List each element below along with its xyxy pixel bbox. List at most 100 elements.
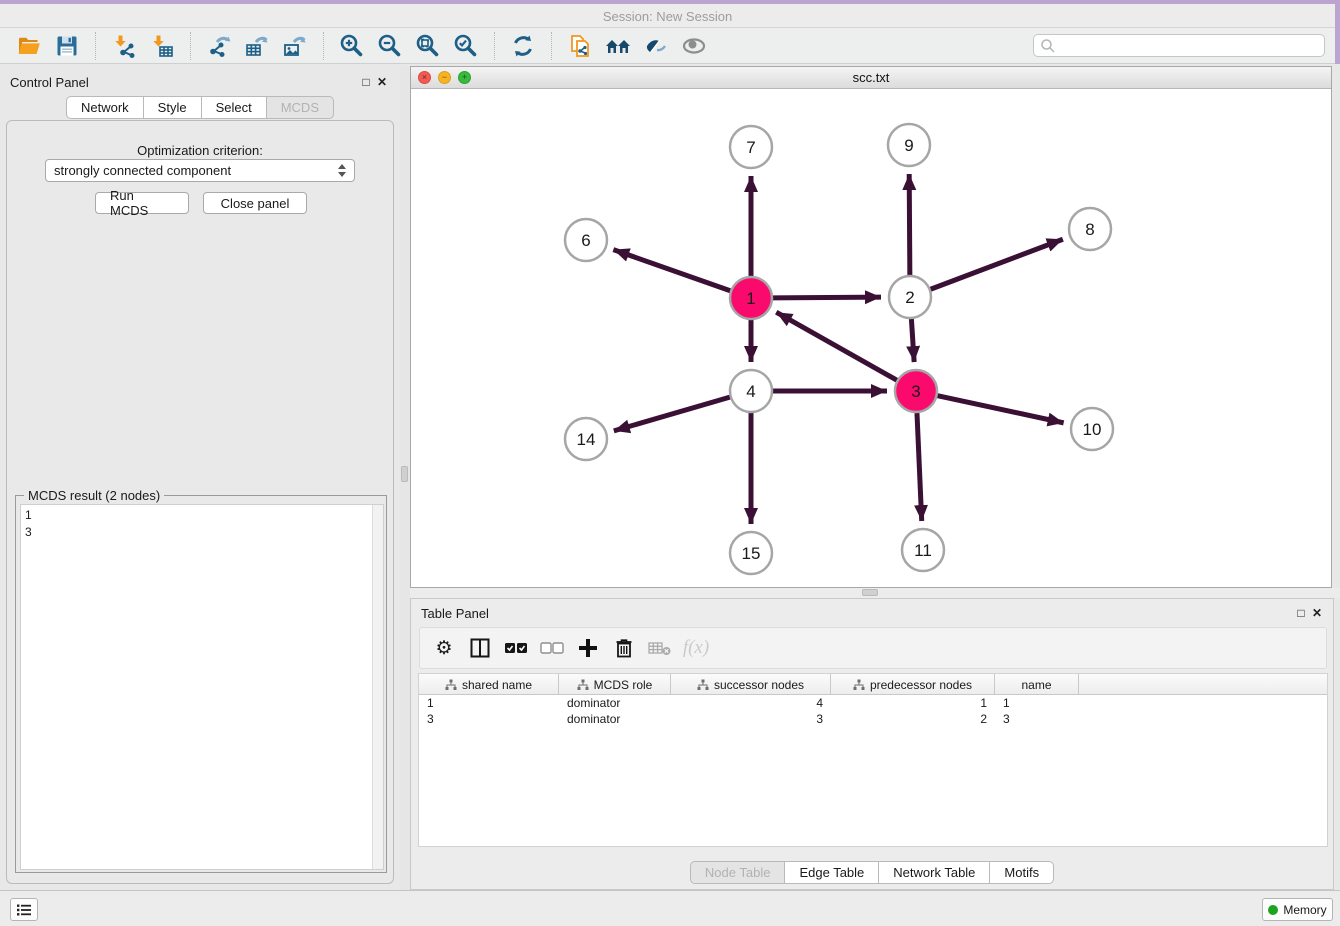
cell-predecessor-nodes[interactable]: 1: [831, 696, 995, 710]
mcds-result-title: MCDS result (2 nodes): [24, 488, 164, 503]
toolbar-separator: [494, 32, 495, 60]
tab-network[interactable]: Network: [66, 96, 144, 119]
cell-MCDS-role[interactable]: dominator: [559, 696, 671, 710]
graph-edge-3-11[interactable]: [917, 413, 922, 521]
node-table: shared nameMCDS rolesuccessor nodesprede…: [418, 673, 1328, 847]
cell-MCDS-role[interactable]: dominator: [559, 712, 671, 726]
import-network-icon[interactable]: [109, 32, 139, 60]
graph-node-label: 8: [1085, 220, 1094, 239]
memory-label: Memory: [1283, 903, 1326, 917]
cell-shared-name[interactable]: 1: [419, 696, 559, 710]
column-header-MCDS-role[interactable]: MCDS role: [559, 674, 671, 695]
task-history-button[interactable]: [10, 898, 38, 921]
graph-node-label: 15: [742, 544, 761, 563]
close-panel-icon[interactable]: ✕: [1309, 606, 1325, 620]
tab-network-table[interactable]: Network Table: [878, 861, 990, 884]
search-field[interactable]: [1033, 34, 1325, 57]
export-network-icon[interactable]: [204, 32, 234, 60]
control-panel: Control Panel □ ✕ NetworkStyleSelectMCDS…: [0, 66, 400, 890]
column-header-successor-nodes[interactable]: successor nodes: [671, 674, 831, 695]
graph-edge-3-10[interactable]: [938, 396, 1064, 423]
horizontal-splitter[interactable]: [410, 588, 1340, 598]
status-bar: Memory: [0, 890, 1340, 926]
graph-node-label: 10: [1083, 420, 1102, 439]
cell-successor-nodes[interactable]: 4: [671, 696, 831, 710]
memory-button[interactable]: Memory: [1262, 898, 1333, 921]
column-visibility-icon[interactable]: [464, 633, 496, 663]
table-toolbar: ⚙ f(x): [419, 627, 1327, 669]
first-neighbors-icon[interactable]: [603, 32, 633, 60]
table-body: 1dominator4113dominator323: [419, 695, 1327, 727]
zoom-selected-icon[interactable]: [451, 32, 481, 60]
tab-node-table[interactable]: Node Table: [690, 861, 786, 884]
graph-node-label: 1: [746, 289, 755, 308]
cell-predecessor-nodes[interactable]: 2: [831, 712, 995, 726]
eye-icon[interactable]: [679, 32, 709, 60]
cell-name[interactable]: 3: [995, 712, 1079, 726]
graph-node-label: 4: [746, 382, 755, 401]
float-panel-icon[interactable]: □: [358, 75, 374, 89]
zoom-in-icon[interactable]: [337, 32, 367, 60]
open-session-icon[interactable]: [14, 32, 44, 60]
graph-edge-2-8[interactable]: [931, 239, 1063, 289]
splitter-grip[interactable]: [862, 589, 878, 596]
graph-node-label: 14: [577, 430, 596, 449]
add-column-icon[interactable]: [572, 633, 604, 663]
criterion-select[interactable]: strongly connected component: [45, 159, 355, 182]
memory-status-icon: [1268, 905, 1278, 915]
delete-column-icon[interactable]: [608, 633, 640, 663]
table-row[interactable]: 1dominator411: [419, 695, 1327, 711]
float-panel-icon[interactable]: □: [1293, 606, 1309, 620]
close-panel-button[interactable]: Close panel: [203, 192, 307, 214]
toolbar-separator: [190, 32, 191, 60]
column-header-name[interactable]: name: [995, 674, 1079, 695]
graph-edge-1-6[interactable]: [613, 250, 730, 291]
network-graph-canvas[interactable]: 1234678910111415: [411, 89, 1331, 587]
tab-mcds[interactable]: MCDS: [266, 96, 334, 119]
splitter-grip[interactable]: [401, 466, 408, 482]
export-image-icon[interactable]: [280, 32, 310, 60]
tab-select[interactable]: Select: [201, 96, 267, 119]
graphics-details-icon[interactable]: [641, 32, 671, 60]
result-scrollbar[interactable]: [372, 505, 383, 869]
unselect-all-icon[interactable]: [536, 633, 568, 663]
cell-shared-name[interactable]: 3: [419, 712, 559, 726]
toolbar-separator: [323, 32, 324, 60]
graph-edge-2-3[interactable]: [911, 319, 914, 362]
tab-style[interactable]: Style: [143, 96, 202, 119]
graph-node-label: 7: [746, 138, 755, 157]
tab-motifs[interactable]: Motifs: [989, 861, 1054, 884]
control-panel-title: Control Panel: [10, 75, 89, 90]
save-session-icon[interactable]: [52, 32, 82, 60]
zoom-fit-icon[interactable]: [413, 32, 443, 60]
column-header-shared-name[interactable]: shared name: [419, 674, 559, 695]
mcds-result-text[interactable]: 13: [20, 504, 384, 870]
graph-edge-4-14[interactable]: [614, 397, 730, 431]
tab-edge-table[interactable]: Edge Table: [784, 861, 879, 884]
table-settings-icon[interactable]: ⚙: [428, 633, 460, 663]
result-line: 1: [25, 507, 379, 524]
zoom-out-icon[interactable]: [375, 32, 405, 60]
graph-node-label: 6: [581, 231, 590, 250]
table-panel-tabs: Node TableEdge TableNetwork TableMotifs: [411, 861, 1333, 884]
cell-successor-nodes[interactable]: 3: [671, 712, 831, 726]
graph-node-label: 2: [905, 288, 914, 307]
toolbar-separator: [551, 32, 552, 60]
search-input[interactable]: [1056, 37, 1318, 55]
graph-edge-2-9[interactable]: [909, 174, 910, 275]
clone-network-icon[interactable]: [565, 32, 595, 60]
vertical-splitter[interactable]: [400, 66, 410, 890]
run-mcds-button[interactable]: Run MCDS: [95, 192, 189, 214]
graph-node-label: 3: [911, 382, 920, 401]
column-header-predecessor-nodes[interactable]: predecessor nodes: [831, 674, 995, 695]
graph-edge-1-2[interactable]: [773, 297, 881, 298]
graph-edge-3-1[interactable]: [776, 312, 897, 380]
cell-name[interactable]: 1: [995, 696, 1079, 710]
table-row[interactable]: 3dominator323: [419, 711, 1327, 727]
toolbar-separator: [95, 32, 96, 60]
export-table-icon[interactable]: [242, 32, 272, 60]
import-table-icon[interactable]: [147, 32, 177, 60]
refresh-icon[interactable]: [508, 32, 538, 60]
close-panel-icon[interactable]: ✕: [374, 75, 390, 89]
select-all-icon[interactable]: [500, 633, 532, 663]
